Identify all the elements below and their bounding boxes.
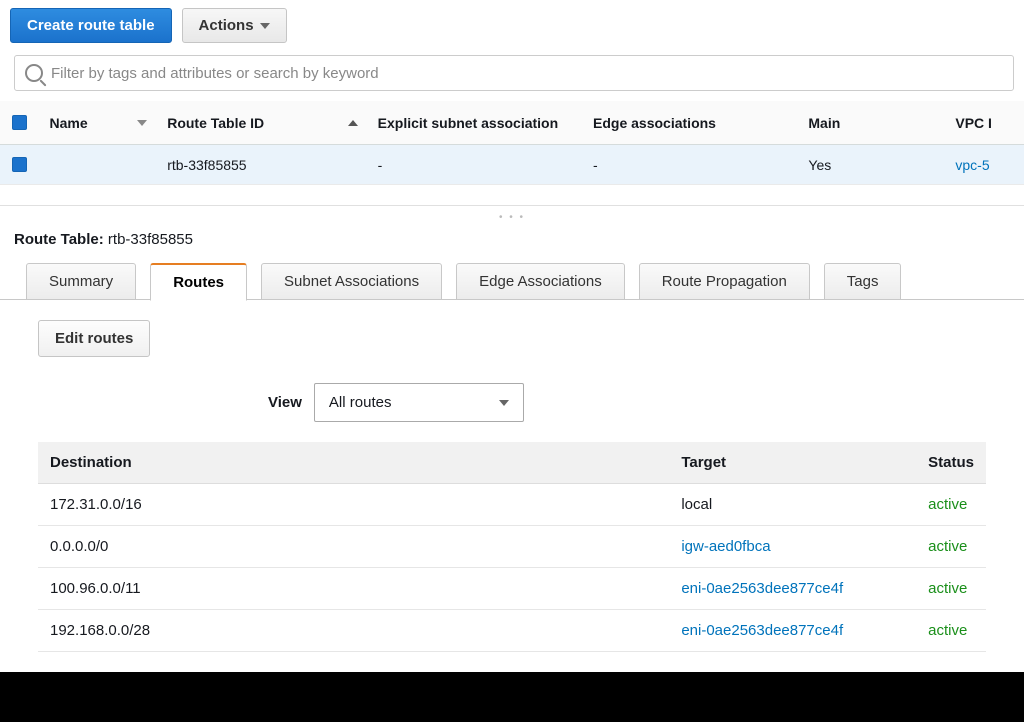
select-all-checkbox[interactable] (12, 115, 27, 130)
route-target[interactable]: igw-aed0fbca (669, 526, 916, 568)
tabbar: Summary Routes Subnet Associations Edge … (0, 262, 1024, 300)
col-destination[interactable]: Destination (38, 442, 669, 484)
tab-subnet-associations[interactable]: Subnet Associations (261, 263, 442, 300)
route-destination: 192.168.0.0/28 (38, 610, 669, 652)
chevron-down-icon (260, 23, 270, 29)
routes-panel: Edit routes View All routes Destination … (0, 300, 1024, 672)
col-status[interactable]: Status (916, 442, 986, 484)
detail-title: Route Table: rtb-33f85855 (0, 225, 1024, 262)
toolbar: Create route table Actions (0, 0, 1024, 51)
view-label: View (268, 394, 302, 411)
route-target: local (669, 484, 916, 526)
col-target[interactable]: Target (669, 442, 916, 484)
row-checkbox-cell[interactable] (0, 157, 40, 172)
view-select[interactable]: All routes (314, 383, 524, 422)
route-destination: 172.31.0.0/16 (38, 484, 669, 526)
route-target[interactable]: eni-0ae2563dee877ce4f (669, 568, 916, 610)
row-main: Yes (798, 157, 945, 173)
view-row: View All routes (38, 383, 986, 422)
row-vpc-link[interactable]: vpc-5 (945, 157, 1024, 173)
tab-tags[interactable]: Tags (824, 263, 902, 300)
header-explicit[interactable]: Explicit subnet association (368, 115, 583, 131)
chevron-down-icon (499, 400, 509, 406)
header-checkbox-cell[interactable] (0, 115, 40, 130)
routes-row: 192.168.0.0/28eni-0ae2563dee877ce4factiv… (38, 610, 986, 652)
header-name-label: Name (50, 115, 88, 131)
row-rtid: rtb-33f85855 (157, 157, 367, 173)
bottom-bar (0, 672, 1024, 722)
header-edge[interactable]: Edge associations (583, 115, 798, 131)
routes-row: 172.31.0.0/16localactive (38, 484, 986, 526)
actions-button-label: Actions (199, 17, 254, 34)
search-input[interactable] (51, 65, 1003, 82)
routes-table: Destination Target Status 172.31.0.0/16l… (38, 442, 986, 652)
route-destination: 0.0.0.0/0 (38, 526, 669, 568)
tab-edge-associations[interactable]: Edge Associations (456, 263, 625, 300)
sort-down-icon (137, 120, 147, 126)
route-status: active (916, 526, 986, 568)
search-icon (25, 64, 43, 82)
actions-button[interactable]: Actions (182, 8, 287, 43)
routes-row: 0.0.0.0/0igw-aed0fbcaactive (38, 526, 986, 568)
sort-up-icon (348, 120, 358, 126)
route-target[interactable]: eni-0ae2563dee877ce4f (669, 610, 916, 652)
row-edge: - (583, 157, 798, 173)
row-checkbox[interactable] (12, 157, 27, 172)
header-route-table-id[interactable]: Route Table ID (157, 115, 367, 131)
tab-summary[interactable]: Summary (26, 263, 136, 300)
route-status: active (916, 568, 986, 610)
table-row[interactable]: rtb-33f85855 - - Yes vpc-5 (0, 145, 1024, 185)
create-route-table-button[interactable]: Create route table (10, 8, 172, 43)
header-name[interactable]: Name (40, 115, 158, 131)
header-vpc[interactable]: VPC I (945, 115, 1024, 131)
route-destination: 100.96.0.0/11 (38, 568, 669, 610)
tab-route-propagation[interactable]: Route Propagation (639, 263, 810, 300)
grid-header: Name Route Table ID Explicit subnet asso… (0, 101, 1024, 145)
detail-id: rtb-33f85855 (108, 231, 193, 248)
edit-routes-button[interactable]: Edit routes (38, 320, 150, 357)
header-main[interactable]: Main (798, 115, 945, 131)
view-select-value: All routes (329, 394, 392, 411)
detail-label: Route Table: (14, 231, 104, 248)
routes-row: 100.96.0.0/11eni-0ae2563dee877ce4factive (38, 568, 986, 610)
tab-routes[interactable]: Routes (150, 263, 247, 301)
header-rtid-label: Route Table ID (167, 115, 264, 131)
search-bar[interactable] (14, 55, 1014, 91)
row-explicit: - (368, 157, 583, 173)
resize-handle[interactable]: • • • (0, 205, 1024, 225)
route-status: active (916, 610, 986, 652)
route-status: active (916, 484, 986, 526)
